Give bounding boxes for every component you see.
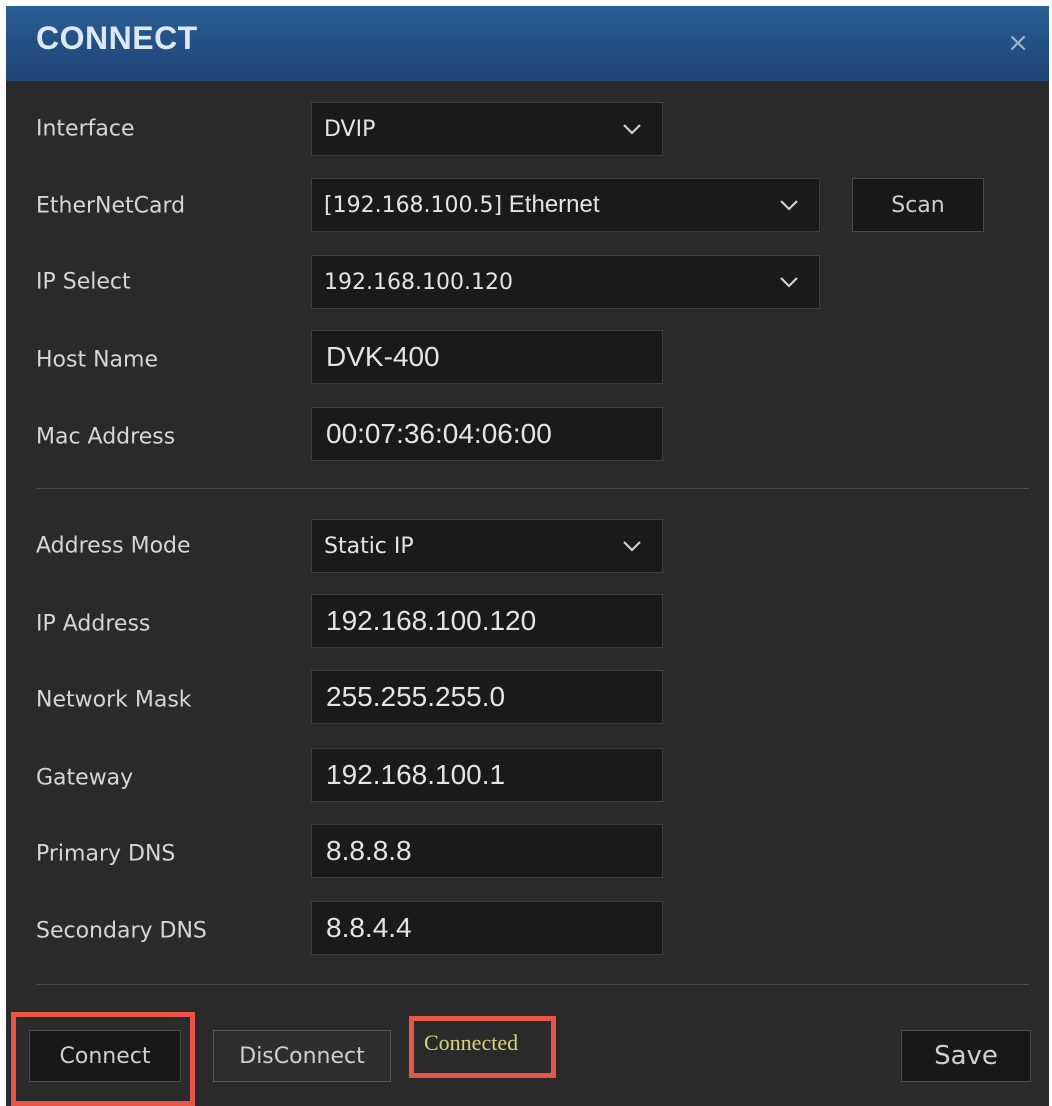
primary-dns-input[interactable]: 8.8.8.8 bbox=[311, 824, 663, 878]
address-mode-select[interactable]: Static IP bbox=[311, 519, 663, 573]
address-mode-row: Address Mode Static IP bbox=[6, 516, 1049, 576]
interface-value: DVIP bbox=[324, 116, 376, 142]
network-mask-input[interactable]: 255.255.255.0 bbox=[311, 670, 663, 724]
divider bbox=[36, 984, 1029, 985]
ip-select-row: IP Select 192.168.100.120 bbox=[6, 252, 1049, 312]
ethernet-card-ip: [192.168.100.5] bbox=[324, 192, 503, 218]
ethernet-card-select[interactable]: [192.168.100.5] Ethernet bbox=[311, 178, 820, 232]
address-mode-label: Address Mode bbox=[36, 533, 191, 559]
chevron-down-icon bbox=[780, 277, 798, 288]
ip-select-value: 192.168.100.120 bbox=[324, 269, 513, 295]
host-name-label: Host Name bbox=[36, 347, 158, 373]
host-name-input[interactable]: DVK-400 bbox=[311, 330, 663, 384]
secondary-dns-row: Secondary DNS 8.8.4.4 bbox=[6, 901, 1049, 961]
network-mask-label: Network Mask bbox=[36, 687, 192, 713]
secondary-dns-input[interactable]: 8.8.4.4 bbox=[311, 901, 663, 955]
disconnect-button[interactable]: DisConnect bbox=[213, 1030, 391, 1082]
interface-label: Interface bbox=[36, 116, 135, 142]
gateway-input[interactable]: 192.168.100.1 bbox=[311, 748, 663, 802]
mac-address-row: Mac Address 00:07:36:04:06:00 bbox=[6, 407, 1049, 467]
ip-address-label: IP Address bbox=[36, 611, 151, 637]
ethernet-card-name: Ethernet bbox=[502, 191, 600, 218]
connect-dialog: CONNECT × Interface DVIP EtherNetCard [1… bbox=[6, 6, 1049, 1106]
ip-address-row: IP Address 192.168.100.120 bbox=[6, 594, 1049, 654]
ethernet-card-label: EtherNetCard bbox=[36, 193, 186, 219]
mac-address-label: Mac Address bbox=[36, 424, 176, 450]
mac-address-input[interactable]: 00:07:36:04:06:00 bbox=[311, 407, 663, 461]
gateway-row: Gateway 192.168.100.1 bbox=[6, 748, 1049, 808]
ip-address-input[interactable]: 192.168.100.120 bbox=[311, 594, 663, 648]
ethernet-card-row: EtherNetCard [192.168.100.5] Ethernet Sc… bbox=[6, 176, 1049, 236]
interface-select[interactable]: DVIP bbox=[311, 102, 663, 156]
gateway-label: Gateway bbox=[36, 765, 134, 791]
connect-button[interactable]: Connect bbox=[29, 1030, 181, 1082]
scan-button[interactable]: Scan bbox=[852, 178, 984, 232]
chevron-down-icon bbox=[780, 200, 798, 211]
address-mode-value: Static IP bbox=[324, 533, 414, 559]
ip-select-dropdown[interactable]: 192.168.100.120 bbox=[311, 255, 820, 309]
primary-dns-label: Primary DNS bbox=[36, 841, 176, 867]
primary-dns-row: Primary DNS 8.8.8.8 bbox=[6, 824, 1049, 884]
divider bbox=[36, 488, 1029, 489]
network-mask-row: Network Mask 255.255.255.0 bbox=[6, 670, 1049, 730]
connection-status: Connected bbox=[424, 1030, 519, 1055]
ip-select-label: IP Select bbox=[36, 269, 131, 295]
save-button[interactable]: Save bbox=[901, 1030, 1031, 1082]
close-icon[interactable]: × bbox=[1005, 30, 1031, 56]
title-bar: CONNECT × bbox=[6, 6, 1049, 81]
interface-row: Interface DVIP bbox=[6, 99, 1049, 159]
chevron-down-icon bbox=[623, 124, 641, 135]
chevron-down-icon bbox=[623, 541, 641, 552]
secondary-dns-label: Secondary DNS bbox=[36, 918, 207, 944]
host-name-row: Host Name DVK-400 bbox=[6, 330, 1049, 390]
dialog-title: CONNECT bbox=[36, 20, 198, 56]
